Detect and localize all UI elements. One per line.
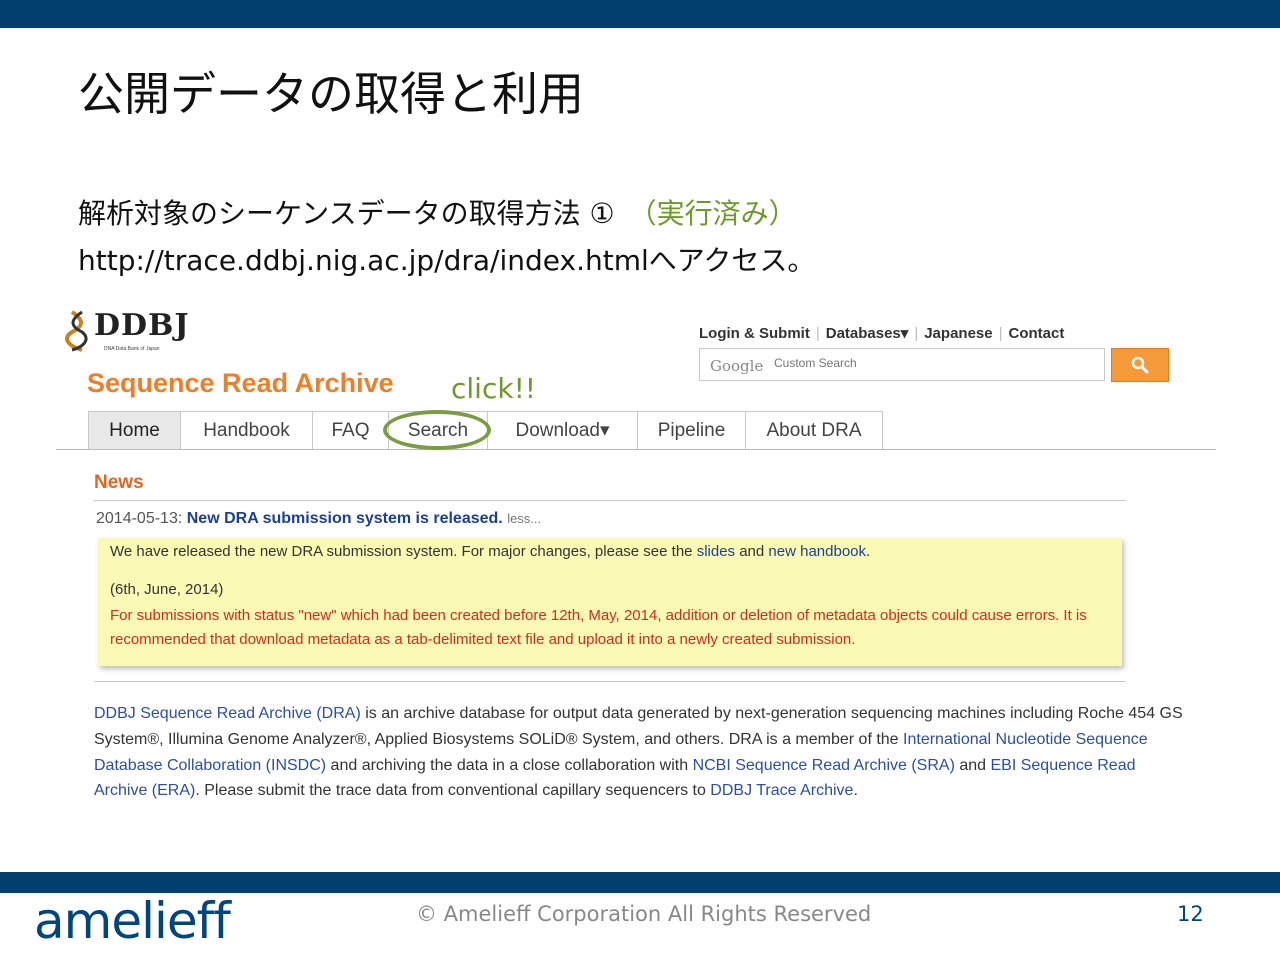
tab-pipeline[interactable]: Pipeline [637, 411, 746, 449]
about-text: . Please submit the trace data from conv… [195, 782, 711, 800]
trace-archive-link[interactable]: DDBJ Trace Archive [710, 782, 853, 799]
notice-date: (6th, June, 2014) [110, 581, 224, 598]
subtitle-line: 解析対象のシーケンスデータの取得方法 ① （実行済み） [78, 192, 797, 232]
slide-title: 公開データの取得と利用 [78, 67, 584, 121]
divider [94, 500, 1126, 501]
page-number: 12 [1177, 902, 1204, 926]
logo-subtitle: DNA Data Bank of Japan [104, 346, 160, 352]
news-item: 2014-05-13: New DRA submission system is… [96, 510, 541, 528]
highlight-ring [383, 410, 491, 450]
nav-login-submit[interactable]: Login & Submit [699, 325, 810, 342]
divider [94, 681, 1126, 682]
click-annotation: click!! [451, 372, 537, 405]
news-date: 2014-05-13: [96, 510, 183, 527]
logo-text: DDBJ [94, 308, 190, 343]
url-line: http://trace.ddbj.nig.ac.jp/dra/index.ht… [78, 244, 816, 277]
subtitle-note: （実行済み） [642, 197, 797, 230]
top-nav: Login & Submit | Databases▾ | Japanese | Conta… [699, 324, 1064, 342]
web-screenshot: DDBJ DNA Data Bank of Japan Login & Subm… [56, 300, 1216, 840]
news-heading: News [94, 472, 144, 493]
tab-download[interactable]: Download▾ [487, 411, 638, 449]
nav-databases[interactable]: Databases▾ [826, 325, 909, 342]
notice-text-a: We have released the new DRA submission … [110, 543, 697, 560]
notice-text: We have released the new DRA submission … [110, 543, 870, 560]
bottom-bar [0, 872, 1280, 893]
top-bar [0, 0, 1280, 28]
notice-text-c: . [866, 543, 871, 560]
nav-separator: | [815, 325, 820, 342]
nav-japanese[interactable]: Japanese [924, 325, 992, 342]
tab-about-dra[interactable]: About DRA [745, 411, 883, 449]
about-text: and [954, 756, 991, 774]
tab-home[interactable]: Home [88, 411, 181, 449]
about-text: and archiving the data in a close collab… [326, 756, 693, 774]
tab-handbook[interactable]: Handbook [180, 411, 313, 449]
search-button[interactable] [1111, 348, 1169, 382]
notice-warning: For submissions with status "new" which … [110, 607, 1087, 648]
tab-divider [56, 449, 1216, 450]
section-title: Sequence Read Archive [87, 368, 394, 398]
amelieff-logo: amelieff [34, 892, 231, 950]
about-text: . [853, 782, 858, 800]
ncbi-sra-link[interactable]: NCBI Sequence Read Archive (SRA) [693, 757, 955, 774]
slides-link[interactable]: slides [697, 543, 735, 560]
nav-contact[interactable]: Contact [1009, 325, 1065, 342]
subtitle-main: 解析対象のシーケンスデータの取得方法 ① [78, 197, 643, 230]
search-input[interactable] [772, 355, 1096, 371]
nav-separator: | [998, 325, 1003, 342]
copyright-text: © Amelieff Corporation All Rights Reserv… [416, 902, 872, 926]
dna-helix-icon [65, 310, 88, 352]
news-less-link[interactable]: less... [507, 511, 541, 526]
search-box: Google [699, 348, 1105, 381]
search-icon [1131, 356, 1149, 374]
news-headline[interactable]: New DRA submission system is released. [187, 510, 503, 527]
about-paragraph: DDBJ Sequence Read Archive (DRA) is an a… [94, 701, 1184, 804]
nav-separator: | [914, 325, 919, 342]
tab-faq[interactable]: FAQ [312, 411, 389, 449]
dra-link[interactable]: DDBJ Sequence Read Archive (DRA) [94, 705, 361, 722]
notice-text-b: and [735, 543, 769, 560]
new-handbook-link[interactable]: new handbook [768, 543, 866, 560]
google-label: Google [710, 357, 764, 375]
news-notice: We have released the new DRA submission … [98, 538, 1122, 666]
